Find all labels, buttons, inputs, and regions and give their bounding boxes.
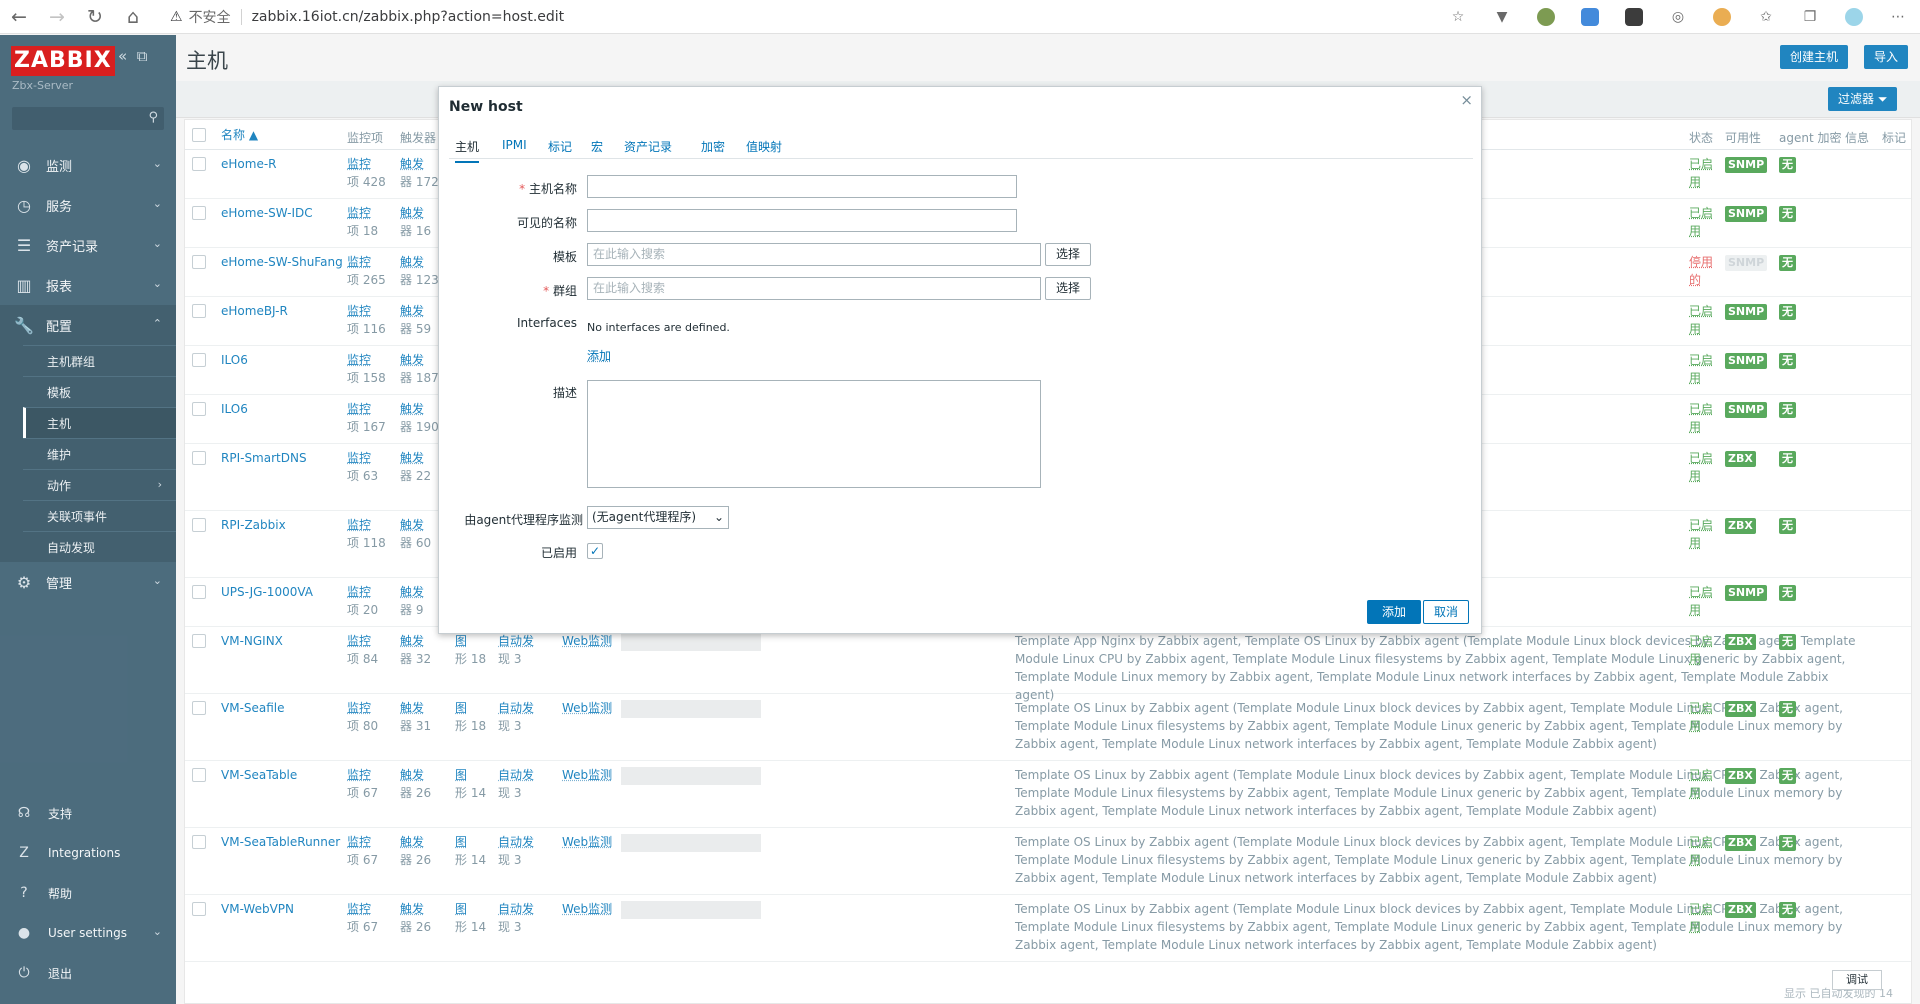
label-interfaces: Interfaces (517, 316, 577, 330)
enabled-checkbox[interactable]: ✓ (587, 543, 603, 559)
new-host-dialog: New host × 主机 IPMI 标记 宏 资产记录 加密 值映射 * 主机… (438, 86, 1482, 634)
visible-name-input[interactable] (587, 209, 1017, 232)
label-text: 群组 (552, 284, 577, 298)
dialog-tabs: 主机 IPMI 标记 宏 资产记录 加密 值映射 (449, 129, 1473, 163)
label-groups: * 群组 (543, 284, 577, 298)
groups-select-button[interactable]: 选择 (1045, 277, 1092, 300)
label-description: 描述 (552, 386, 577, 400)
label-text: 主机名称 (528, 182, 577, 196)
tab-encryption[interactable]: 加密 (701, 138, 725, 155)
tab-value-mapping[interactable]: 值映射 (746, 138, 782, 155)
tab-ipmi[interactable]: IPMI (502, 138, 527, 152)
templates-select-button[interactable]: 选择 (1045, 243, 1092, 266)
groups-input[interactable]: 在此输入搜索 (587, 277, 1041, 300)
label-monitored-by-proxy: 由agent代理程序监测 (464, 513, 583, 527)
tab-host[interactable]: 主机 (455, 138, 480, 163)
host-name-input[interactable] (587, 175, 1017, 198)
close-icon[interactable]: × (1460, 91, 1473, 109)
tab-tags[interactable]: 标记 (548, 138, 572, 155)
chevron-down-icon: ⌄ (713, 510, 724, 524)
label-visible-name: 可见的名称 (516, 216, 577, 230)
proxy-select[interactable]: (无agent代理程序) ⌄ (587, 506, 729, 529)
templates-input[interactable]: 在此输入搜索 (587, 243, 1041, 266)
cancel-button[interactable]: 取消 (1423, 600, 1470, 624)
debug-button[interactable]: 调试 (1832, 970, 1882, 990)
proxy-select-value: (无agent代理程序) (592, 510, 697, 524)
tab-macros[interactable]: 宏 (591, 138, 603, 155)
label-host-name: * 主机名称 (519, 182, 577, 196)
no-interfaces-text: No interfaces are defined. (587, 321, 730, 334)
label-templates: 模板 (552, 250, 577, 264)
tab-inventory[interactable]: 资产记录 (624, 138, 672, 155)
add-interface-link[interactable]: 添加 (587, 347, 611, 365)
dialog-title: New host (449, 99, 523, 115)
add-button[interactable]: 添加 (1367, 600, 1422, 624)
label-enabled: 已启用 (540, 546, 577, 560)
description-textarea[interactable] (587, 380, 1041, 488)
